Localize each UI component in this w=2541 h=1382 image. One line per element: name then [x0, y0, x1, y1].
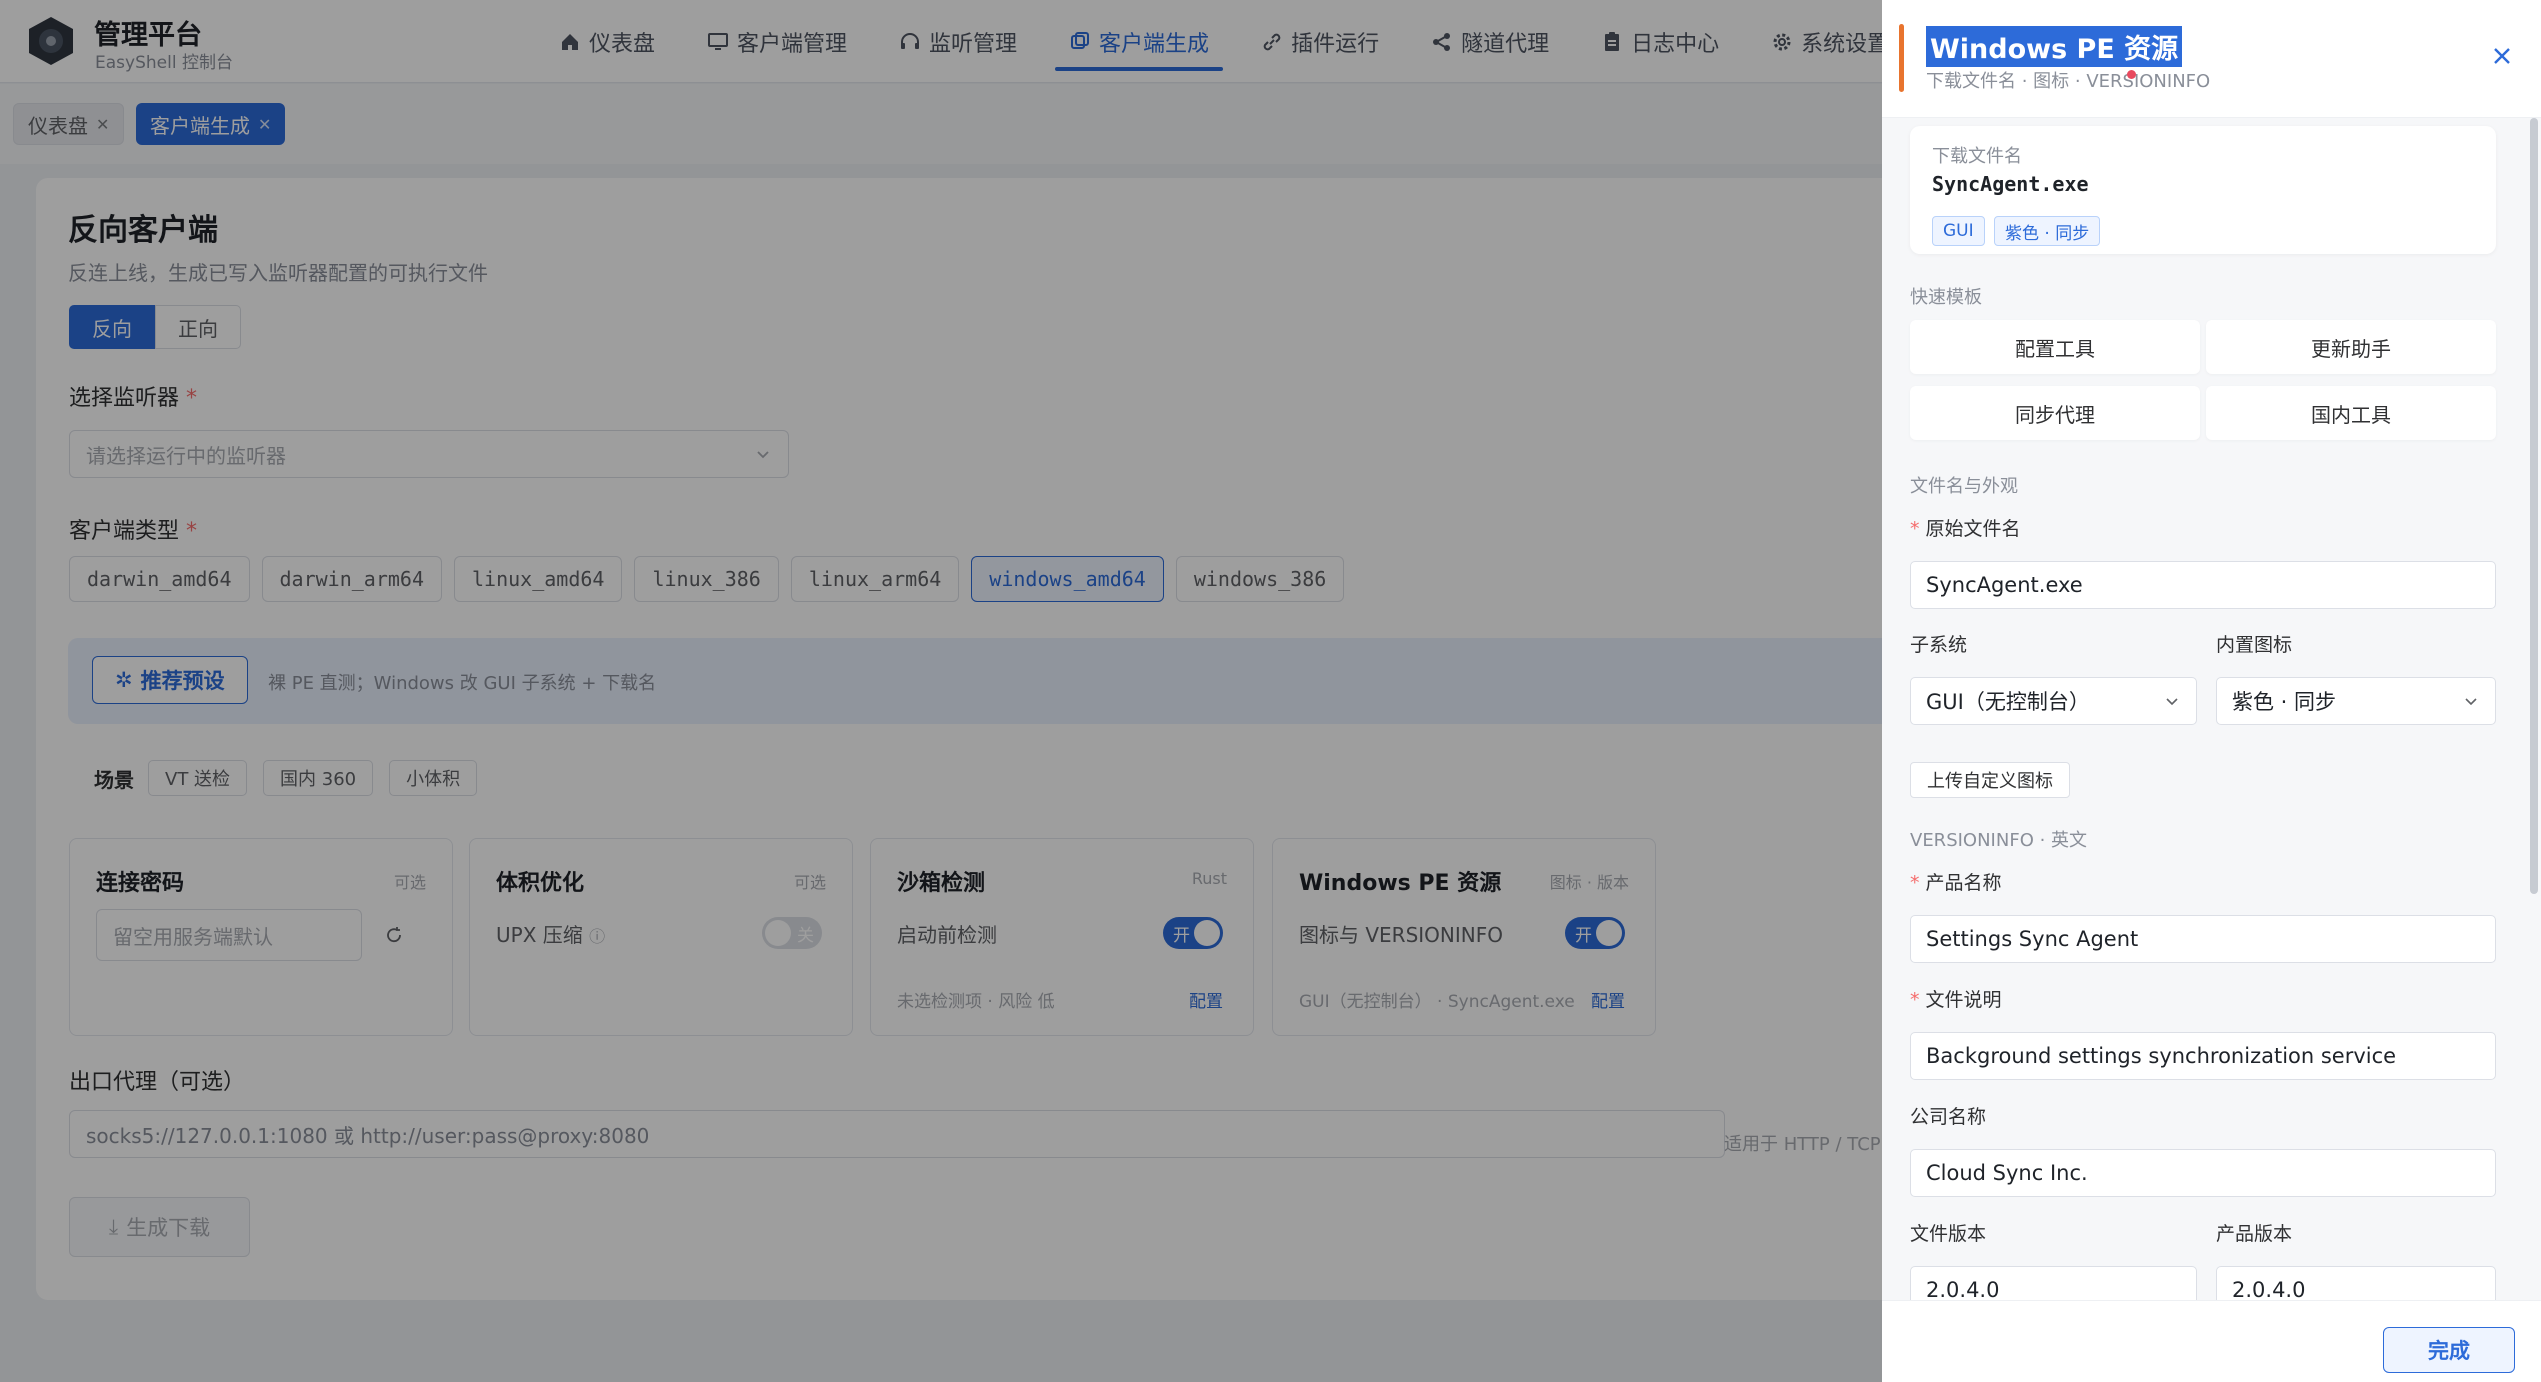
drawer-footer: 完成: [1882, 1300, 2541, 1382]
filename-summary: 下载文件名 SyncAgent.exe GUI 紫色 · 同步: [1910, 126, 2496, 254]
drawer-accent-bar: [1899, 24, 1904, 92]
drawer-scrollbar[interactable]: [2530, 118, 2538, 894]
summary-tag-icon: 紫色 · 同步: [1994, 216, 2101, 246]
summary-filename: SyncAgent.exe: [1932, 172, 2089, 196]
template-sync-proxy[interactable]: 同步代理: [1910, 386, 2200, 440]
drawer-body: 下载文件名 SyncAgent.exe GUI 紫色 · 同步 快速模板 配置工…: [1882, 118, 2541, 1300]
product-name-input[interactable]: Settings Sync Agent: [1910, 915, 2496, 963]
template-update-helper[interactable]: 更新助手: [2206, 320, 2496, 374]
orig-name-input[interactable]: SyncAgent.exe: [1910, 561, 2496, 609]
product-version-label: 产品版本: [2216, 1223, 2293, 1245]
done-button[interactable]: 完成: [2383, 1327, 2515, 1373]
versioninfo-section-label: VERSIONINFO · 英文: [1910, 830, 2088, 851]
filename-section-label: 文件名与外观: [1910, 476, 2018, 497]
subsystem-select[interactable]: GUI（无控制台）: [1910, 677, 2197, 725]
file-version-label: 文件版本: [1910, 1223, 1987, 1245]
summary-label: 下载文件名: [1932, 146, 2022, 167]
upload-icon-button[interactable]: 上传自定义图标: [1910, 762, 2070, 798]
chevron-down-icon: [2465, 698, 2477, 706]
subsystem-label: 子系统: [1910, 634, 1968, 656]
product-name-label: * 产品名称: [1910, 872, 2002, 894]
drawer-subtitle: 下载文件名 · 图标 · VERSIONINFO: [1926, 71, 2211, 92]
product-version-input[interactable]: 2.0.4.0: [2216, 1266, 2496, 1300]
pe-resource-drawer: Windows PE 资源 下载文件名 · 图标 · VERSIONINFO 下…: [1882, 0, 2541, 1382]
file-version-input[interactable]: 2.0.4.0: [1910, 1266, 2197, 1300]
close-icon[interactable]: [2488, 42, 2516, 70]
drawer-title: Windows PE 资源: [1926, 26, 2183, 67]
file-desc-label: * 文件说明: [1910, 989, 2002, 1011]
chevron-down-icon: [2166, 698, 2178, 706]
icon-label: 内置图标: [2216, 634, 2293, 656]
template-config-tool[interactable]: 配置工具: [1910, 320, 2200, 374]
company-label: 公司名称: [1910, 1106, 1987, 1128]
company-input[interactable]: Cloud Sync Inc.: [1910, 1149, 2496, 1197]
template-domestic-tool[interactable]: 国内工具: [2206, 386, 2496, 440]
cursor-dot: [2127, 70, 2136, 79]
summary-tag-gui: GUI: [1932, 216, 1985, 246]
orig-name-label: * 原始文件名: [1910, 518, 2021, 540]
templates-section-label: 快速模板: [1910, 287, 1982, 308]
file-desc-input[interactable]: Background settings synchronization serv…: [1910, 1032, 2496, 1080]
icon-select[interactable]: 紫色 · 同步: [2216, 677, 2496, 725]
